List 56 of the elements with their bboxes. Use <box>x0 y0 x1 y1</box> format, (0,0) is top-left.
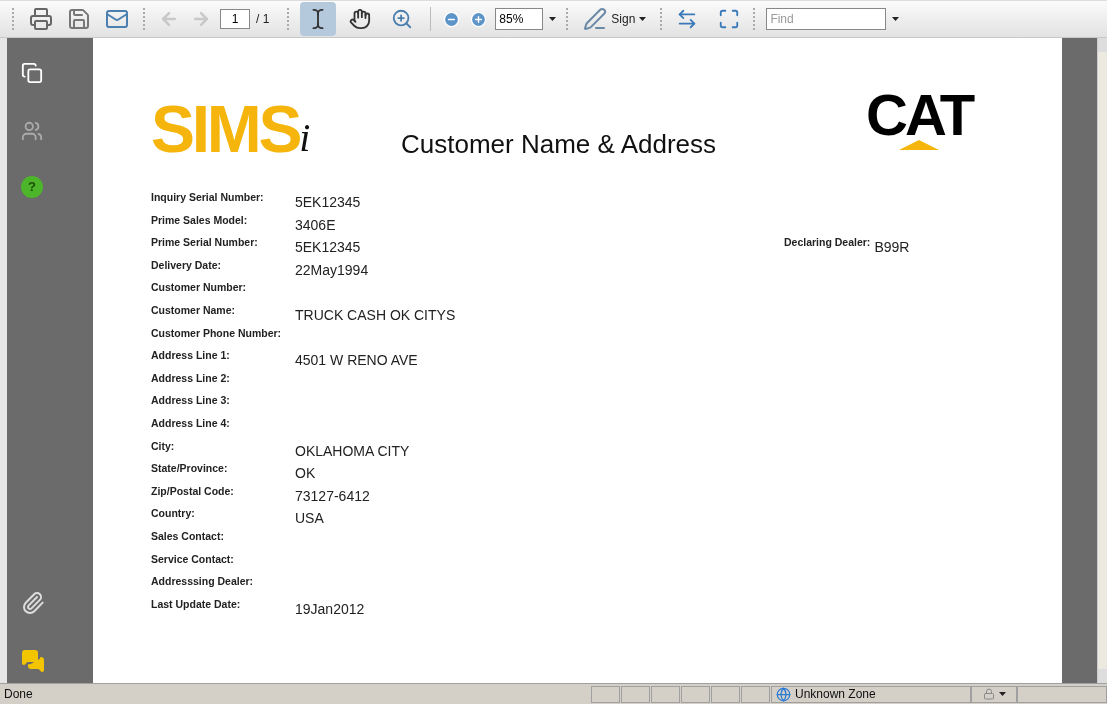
field-label: Country: <box>151 506 196 522</box>
find-field[interactable]: Find <box>766 8 887 30</box>
zone-text: Unknown Zone <box>795 686 876 703</box>
field-label: Address Line 4: <box>151 415 231 431</box>
document-title: Customer Name & Address <box>401 128 716 161</box>
hand-icon[interactable] <box>349 8 372 30</box>
field-label: State/Province: <box>151 461 229 477</box>
zoom-field[interactable]: 85% <box>495 8 544 30</box>
field-label: Service Contact: <box>151 551 235 567</box>
status-text: Done <box>3 686 34 703</box>
field-label: Customer Phone Number: <box>151 325 283 341</box>
field-label: Address Line 3: <box>151 393 231 409</box>
field-label: Inquiry Serial Number: <box>151 190 265 205</box>
field-label: Address Line 2: <box>151 370 231 386</box>
field-value: 3406E <box>295 215 337 235</box>
field-label: Delivery Date: <box>151 257 223 273</box>
field-value: 5EK12345 <box>295 193 362 212</box>
field-value: TRUCK CASH OK CITYS <box>295 305 457 325</box>
field-label: Prime Serial Number: <box>151 235 259 251</box>
pages-icon[interactable] <box>21 62 43 84</box>
field-label: Addresssing Dealer: <box>151 574 255 590</box>
field-value: B99R <box>874 238 910 258</box>
select-tool-button[interactable] <box>300 2 337 36</box>
field-value: 19Jan2012 <box>295 599 366 619</box>
field-label: City: <box>151 438 176 454</box>
pen-icon[interactable] <box>583 7 608 31</box>
zoom-icon[interactable] <box>391 8 414 30</box>
sims-logo: SIMSi <box>151 91 312 160</box>
find-dropdown-icon[interactable] <box>892 17 900 21</box>
zoom-dropdown-icon[interactable] <box>549 17 557 21</box>
sign-button[interactable]: Sign <box>579 7 651 31</box>
field-value: 4501 W RENO AVE <box>295 351 419 371</box>
field-value: OK <box>295 464 317 484</box>
field-value: USA <box>295 509 325 529</box>
field-label: Customer Name: <box>151 302 237 318</box>
field-label: Address Line 1: <box>151 348 231 364</box>
field-value: 73127-6412 <box>295 486 371 506</box>
comments-icon[interactable] <box>21 649 45 673</box>
paperclip-icon[interactable] <box>21 591 45 615</box>
page-count: / 1 <box>256 11 271 28</box>
field-label: Last Update Date: <box>151 596 242 612</box>
field-value: 5EK12345 <box>295 238 362 258</box>
field-value: 22May1994 <box>295 260 370 280</box>
scrollbar[interactable] <box>1097 38 1107 683</box>
globe-icon <box>776 686 791 702</box>
caret-icon[interactable] <box>639 17 647 21</box>
caret-icon[interactable] <box>998 692 1006 696</box>
field-label: Prime Sales Model: <box>151 212 249 228</box>
help-button[interactable]: ? <box>21 176 43 198</box>
field-label: Customer Number: <box>151 280 248 296</box>
field-value: OKLAHOMA CITY <box>295 441 411 461</box>
field-label: Sales Contact: <box>151 528 225 544</box>
field-label: Declaring Dealer: <box>784 235 872 251</box>
page-number-field[interactable]: 1 <box>220 9 250 29</box>
cat-logo: CAT <box>866 90 973 150</box>
field-label: Zip/Postal Code: <box>151 483 235 499</box>
